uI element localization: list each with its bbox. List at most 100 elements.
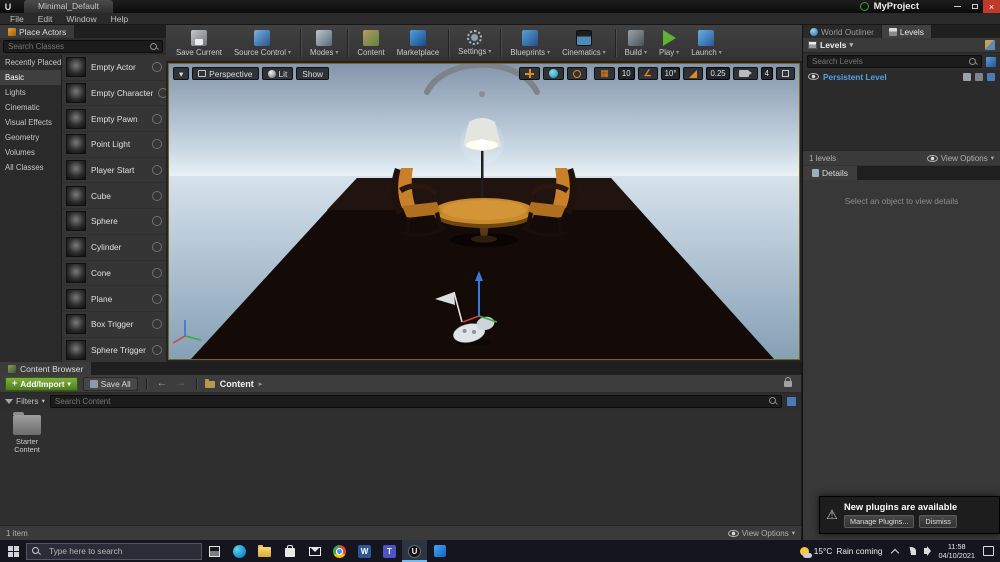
content-view-options-button[interactable]: View Options [727,529,795,538]
volume-icon[interactable] [924,546,932,556]
taskbar-clock[interactable]: 11:58 04/10/2021 [938,542,975,560]
chevron-right-icon[interactable] [259,380,263,388]
source-control-button[interactable]: Source Control [228,26,297,60]
save-search-icon[interactable] [787,396,796,406]
teams-app[interactable] [377,540,402,562]
save-current-button[interactable]: Save Current [170,26,228,60]
starter-content-folder[interactable]: Starter Content [8,412,46,454]
close-button[interactable] [983,0,1000,13]
place-actor-item[interactable]: Cone [62,261,166,287]
dismiss-button[interactable]: Dismiss [919,515,957,528]
place-actor-item[interactable]: Empty Character [62,81,166,107]
levels-view-options-button[interactable]: View Options [926,154,994,163]
viewport-3d-scene[interactable]: Perspective Lit Show 10 10° 0.25 4 [168,63,800,360]
level-document-tab[interactable]: Minimal_Default [24,0,113,13]
start-button[interactable] [0,540,26,562]
place-actor-item[interactable]: Empty Actor [62,55,166,81]
mail-app[interactable] [302,540,327,562]
grid-snap-value[interactable]: 10 [617,67,635,80]
tab-content-browser[interactable]: Content Browser [0,362,92,375]
place-actor-item[interactable]: Sphere Trigger [62,338,166,362]
taskbar-search-box[interactable]: Type here to search [26,542,202,560]
category-lights[interactable]: Lights [0,85,61,100]
rotation-snap-toggle[interactable] [637,67,658,80]
network-icon[interactable] [906,547,917,555]
scale-snap-toggle[interactable] [683,67,704,80]
level-row[interactable]: Persistent Level [803,70,1000,83]
task-view-button[interactable] [202,540,227,562]
category-volumes[interactable]: Volumes [0,145,61,160]
place-actor-item[interactable]: Empty Pawn [62,106,166,133]
chrome-app[interactable] [327,540,352,562]
camera-speed-value[interactable]: 4 [760,67,773,80]
minimize-button[interactable] [949,0,966,13]
search-levels-input[interactable] [808,57,969,66]
save-all-button[interactable]: Save All [82,376,138,391]
lock-icon[interactable] [784,376,792,387]
rotate-tool-button[interactable] [567,67,588,80]
menu-item[interactable]: Edit [31,14,60,24]
paintbrush-icon[interactable] [985,40,995,50]
place-actor-item[interactable]: Sphere [62,209,166,235]
cinematics-button[interactable]: Cinematics [556,26,612,60]
camera-mode-button[interactable]: Perspective [192,67,259,80]
category-basic[interactable]: Basic [0,70,61,85]
filters-button[interactable]: Filters [5,396,45,406]
weather-widget[interactable]: 15°C Rain coming [799,546,882,558]
world-composition-icon[interactable] [986,56,996,67]
view-mode-button[interactable]: Lit [261,67,294,80]
category-geometry[interactable]: Geometry [0,130,61,145]
unreal-editor-app[interactable] [402,540,427,562]
world-local-toggle[interactable] [543,67,565,80]
visibility-eye-icon[interactable] [808,73,819,80]
edge-app[interactable] [227,540,252,562]
search-content-input[interactable] [50,396,769,406]
store-app[interactable] [277,540,302,562]
modes-button[interactable]: Modes [304,26,344,60]
launch-button[interactable]: Launch [685,26,728,60]
forward-button[interactable] [174,379,188,389]
content-button[interactable]: Content [351,26,390,60]
file-explorer-app[interactable] [252,540,277,562]
rotation-snap-value[interactable]: 10° [660,67,681,80]
category-cinematic[interactable]: Cinematic [0,100,61,115]
category-recently-placed[interactable]: Recently Placed [0,55,61,70]
action-center-icon[interactable] [983,546,994,556]
restore-button[interactable] [966,0,983,13]
settings-button[interactable]: Settings [452,26,497,60]
category-all-classes[interactable]: All Classes [0,160,61,175]
level-lock-icon[interactable] [963,72,971,81]
viewport-options-button[interactable] [173,67,190,80]
menu-item[interactable]: File [3,14,31,24]
place-actor-item[interactable]: Point Light [62,132,166,158]
blueprints-button[interactable]: Blueprints [504,26,556,60]
breadcrumb-content[interactable]: Content [220,379,254,389]
play-button[interactable]: Play [653,26,685,60]
content-asset-area[interactable]: Starter Content [0,409,801,525]
tab-world-outliner[interactable]: World Outliner [803,25,881,38]
level-save-icon[interactable] [975,72,983,81]
menu-item[interactable]: Help [104,14,135,24]
manage-plugins-button[interactable]: Manage Plugins... [844,515,915,528]
level-blueprint-icon[interactable] [987,72,995,81]
scale-snap-value[interactable]: 0.25 [706,67,730,80]
levels-dropdown[interactable]: Levels [808,40,853,50]
back-button[interactable] [155,379,169,389]
search-classes-input[interactable] [4,42,150,51]
vscode-app[interactable] [427,540,452,562]
marketplace-button[interactable]: Marketplace [391,26,445,60]
category-visual-effects[interactable]: Visual Effects [0,115,61,130]
camera-speed-button[interactable] [732,67,758,80]
place-actors-tab[interactable]: Place Actors [0,25,75,38]
show-flags-button[interactable]: Show [296,67,330,80]
show-hidden-icons-chevron[interactable] [891,548,900,557]
maximize-viewport-button[interactable] [776,67,795,80]
place-actor-item[interactable]: Cylinder [62,235,166,261]
place-actor-item[interactable]: Box Trigger [62,312,166,338]
word-app[interactable] [352,540,377,562]
tab-details[interactable]: Details [803,166,857,180]
add-import-button[interactable]: Add/Import [5,376,78,391]
menu-item[interactable]: Window [59,14,103,24]
place-actor-item[interactable]: Plane [62,286,166,312]
place-actor-item[interactable]: Cube [62,183,166,210]
